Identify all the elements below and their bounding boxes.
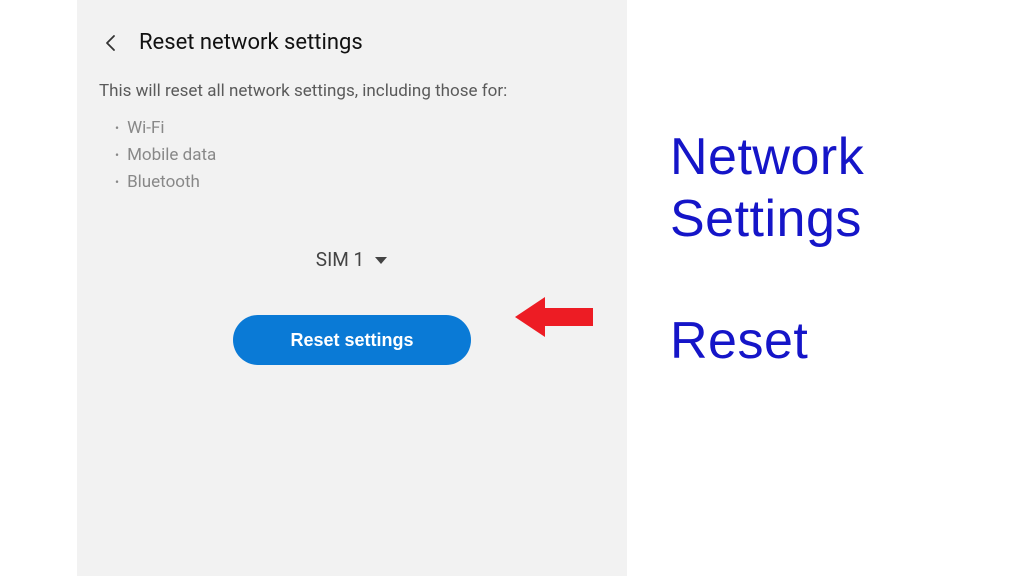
bullet-label: Mobile data	[127, 142, 216, 169]
page-header: Reset network settings	[77, 0, 627, 79]
arrow-annotation-icon	[515, 292, 595, 342]
bullet-label: Bluetooth	[127, 169, 200, 196]
bullet-icon: •	[115, 119, 119, 138]
back-icon[interactable]	[101, 33, 121, 53]
caption-line: Network Settings	[670, 127, 1024, 250]
bullet-label: Wi-Fi	[127, 115, 164, 142]
bullet-icon: •	[115, 146, 119, 165]
list-item: • Mobile data	[115, 142, 605, 169]
caption-line: Reset	[670, 311, 1024, 372]
settings-panel: Reset network settings This will reset a…	[77, 0, 627, 576]
side-caption: Network Settings Reset	[670, 66, 1024, 434]
reset-bullet-list: • Wi-Fi • Mobile data • Bluetooth	[77, 105, 627, 197]
reset-description: This will reset all network settings, in…	[77, 79, 627, 105]
sim-label: SIM 1	[316, 248, 364, 271]
page-title: Reset network settings	[139, 30, 363, 55]
list-item: • Bluetooth	[115, 169, 605, 196]
reset-settings-button[interactable]: Reset settings	[233, 315, 471, 365]
bullet-icon: •	[115, 173, 119, 192]
sim-selector[interactable]: SIM 1	[77, 248, 627, 271]
chevron-down-icon	[374, 248, 388, 271]
list-item: • Wi-Fi	[115, 115, 605, 142]
